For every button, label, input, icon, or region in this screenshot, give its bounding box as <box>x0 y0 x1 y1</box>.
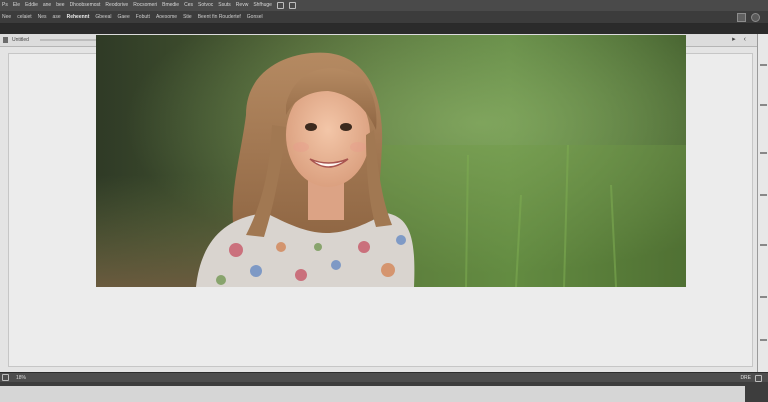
panel-toggle-icon[interactable] <box>737 13 746 22</box>
portrait-photo[interactable] <box>96 35 686 287</box>
menu-item-select[interactable]: Sotvoc <box>198 0 213 11</box>
info-icon[interactable] <box>755 374 762 382</box>
toolbar-item-ase[interactable]: ase <box>53 11 61 23</box>
bottom-panel[interactable] <box>0 386 745 402</box>
collapse-icon[interactable]: ‹ <box>744 35 746 45</box>
panel-tick <box>760 296 767 298</box>
panel-tick <box>760 152 767 154</box>
portrait-image <box>96 35 686 287</box>
menu-item-document[interactable]: Dhoobsemost <box>70 0 101 11</box>
menu-item-ces[interactable]: Ces <box>184 0 193 11</box>
toolbar-item-new[interactable]: Nee <box>2 11 11 23</box>
menu-item-reorder[interactable]: Reodorive <box>105 0 128 11</box>
toolbar-item-recent-folder[interactable]: Beent fin Roudertef <box>198 11 241 23</box>
menu-item-sets[interactable]: Ssuts <box>218 0 231 11</box>
menu-item-media[interactable]: Bmedie <box>162 0 179 11</box>
grid-icon[interactable] <box>288 2 296 9</box>
menu-item-app[interactable]: Ps <box>2 0 8 11</box>
toolbar-item-recent[interactable]: Reheennt <box>67 11 90 23</box>
document-icon[interactable] <box>3 37 8 43</box>
toolbar-item-global[interactable]: Gbeeal <box>95 11 111 23</box>
toolbar-item-gaee[interactable]: Gaee <box>118 11 130 23</box>
toolbar-item-fobutt[interactable]: Fobutt <box>136 11 150 23</box>
photo-editor-window: Ps Ele Eddie ane bee Dhoobsemost Reodori… <box>0 0 768 402</box>
panel-tick <box>760 194 767 196</box>
toolbar-item-nes[interactable]: Nes <box>38 11 47 23</box>
toolbar-item-gonsel[interactable]: Gonsel <box>247 11 263 23</box>
expand-icon[interactable]: ▸ <box>732 35 736 45</box>
separator-band <box>0 24 768 34</box>
panel-tick <box>760 64 767 66</box>
menu-item-edit[interactable]: Eddie <box>25 0 38 11</box>
toolbar-item-stie[interactable]: Stie <box>183 11 192 23</box>
menu-item-review[interactable]: Revw <box>236 0 249 11</box>
toolbar-item-awesome[interactable]: Aoesome <box>156 11 177 23</box>
document-info[interactable]: DRE <box>740 375 751 381</box>
document-tab-label[interactable]: Untitled <box>12 34 29 46</box>
toolbar-item-select[interactable]: celaiet <box>17 11 31 23</box>
menu-item-resource[interactable]: Rocsomeri <box>133 0 157 11</box>
panel-tick <box>760 244 767 246</box>
menu-item-shortcut[interactable]: Shfhuge <box>253 0 272 11</box>
menu-item-image[interactable]: ane <box>43 0 51 11</box>
options-toolbar: Nee celaiet Nes ase Reheennt Gbeeal Gaee… <box>0 11 768 24</box>
menu-item-file[interactable]: Ele <box>13 0 20 11</box>
bottom-panel-area <box>0 382 768 402</box>
window-icon[interactable] <box>276 2 284 9</box>
layers-icon[interactable] <box>2 374 9 381</box>
user-icon[interactable] <box>751 13 760 22</box>
menu-item-layer[interactable]: bee <box>56 0 64 11</box>
panel-tick <box>760 339 767 341</box>
panel-tick <box>760 104 767 106</box>
right-panel-strip[interactable] <box>757 34 768 374</box>
